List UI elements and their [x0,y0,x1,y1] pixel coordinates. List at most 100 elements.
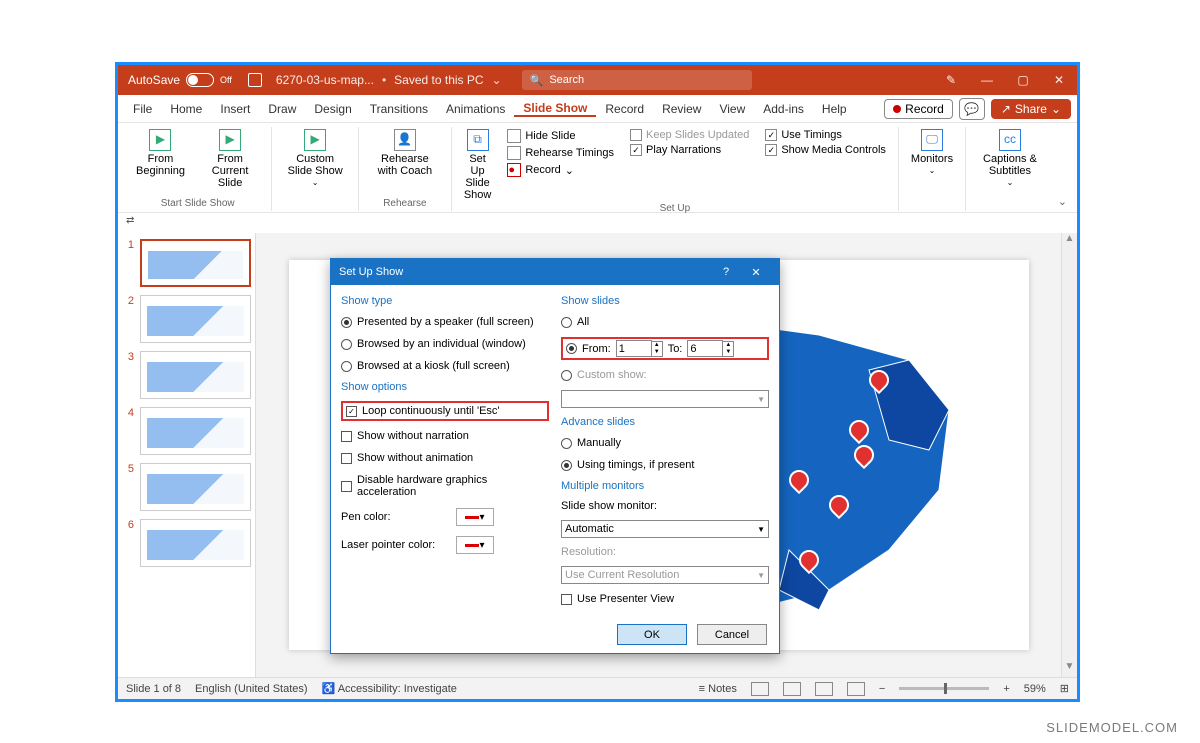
loop-checkbox[interactable]: Loop continuously until 'Esc' [346,404,544,418]
close-button[interactable]: ✕ [1041,65,1077,95]
map-pin-icon [849,420,867,444]
saved-status[interactable]: Saved to this PC [386,73,491,87]
record-button[interactable]: Record [884,99,953,119]
share-button[interactable]: ↗ Share ⌄ [991,99,1071,119]
thumbnail-2[interactable]: 2 [122,295,251,343]
tab-slideshow[interactable]: Slide Show [514,101,596,117]
accessibility-status[interactable]: ♿ Accessibility: Investigate [322,682,457,695]
tab-design[interactable]: Design [305,102,360,116]
vertical-scrollbar[interactable]: ▲▼ [1061,233,1077,677]
dialog-help-button[interactable]: ? [711,266,741,278]
cancel-button[interactable]: Cancel [697,624,767,645]
fit-to-window-button[interactable]: ⊞ [1060,682,1069,695]
search-box[interactable]: 🔍 Search [522,70,752,90]
browsed-individual-radio[interactable]: Browsed by an individual (window) [341,337,549,351]
statusbar: Slide 1 of 8 English (United States) ♿ A… [118,677,1077,699]
captions-button[interactable]: ccCaptions & Subtitles⌄ [972,127,1048,190]
use-timings-checkbox[interactable]: Use Timings [765,129,886,141]
no-narration-checkbox[interactable]: Show without narration [341,429,549,443]
mic-icon[interactable]: ✎ [933,65,969,95]
resolution-label: Resolution: [561,546,616,558]
show-options-heading: Show options [341,381,549,393]
dialog-title: Set Up Show [339,266,403,278]
zoom-level[interactable]: 59% [1024,683,1046,695]
hide-slide-button[interactable]: Hide Slide [507,129,614,143]
show-media-checkbox[interactable]: Show Media Controls [765,144,886,156]
pen-color-button[interactable]: ▾ [456,508,494,526]
browsed-kiosk-radio[interactable]: Browsed at a kiosk (full screen) [341,359,549,373]
minimize-button[interactable]: — [969,65,1005,95]
presenter-view-checkbox[interactable]: Use Presenter View [561,592,769,606]
zoom-slider[interactable] [899,687,989,690]
resolution-select: Use Current Resolution▼ [561,566,769,584]
autosave-toggle[interactable] [186,73,214,87]
filename[interactable]: 6270-03-us-map... [268,73,382,87]
slide-thumbnails[interactable]: 1 2 3 4 5 6 [118,233,256,677]
language-status[interactable]: English (United States) [195,683,308,695]
tab-insert[interactable]: Insert [211,102,259,116]
notes-button[interactable]: ≡ Notes [699,683,737,695]
presented-radio[interactable]: Presented by a speaker (full screen) [341,315,549,329]
monitors-button[interactable]: 🖵Monitors⌄ [905,127,959,178]
manually-radio[interactable]: Manually [561,436,769,450]
tab-draw[interactable]: Draw [259,102,305,116]
tab-help[interactable]: Help [813,102,856,116]
custom-slideshow-button[interactable]: ▶Custom Slide Show⌄ [278,127,352,190]
slide-counter: Slide 1 of 8 [126,683,181,695]
using-timings-radio[interactable]: Using timings, if present [561,458,769,472]
from-beginning-button[interactable]: ▶From Beginning [130,127,191,191]
record-dropdown[interactable]: ●Record ⌄ [507,163,614,177]
comments-button[interactable]: 💬 [959,98,985,120]
multimon-heading: Multiple monitors [561,480,769,492]
tab-record[interactable]: Record [596,102,653,116]
laser-color-button[interactable]: ▾ [456,536,494,554]
laser-color-label: Laser pointer color: [341,539,451,551]
zoom-in-button[interactable]: + [1003,683,1009,695]
custom-show-select: ▼ [561,390,769,408]
thumbnail-1[interactable]: 1 [122,239,251,287]
tab-transitions[interactable]: Transitions [361,102,437,116]
tab-animations[interactable]: Animations [437,102,514,116]
zoom-out-button[interactable]: − [879,683,885,695]
to-spinner[interactable]: ▲▼ [687,340,734,357]
maximize-button[interactable]: ▢ [1005,65,1041,95]
titlebar: AutoSave Off 6270-03-us-map... • Saved t… [118,65,1077,95]
setup-slideshow-button[interactable]: ⧉Set Up Slide Show [458,127,498,203]
group-start-label: Start Slide Show [161,198,235,211]
quick-access-row: ⇄ [118,213,1077,233]
tab-file[interactable]: File [124,102,161,116]
normal-view-button[interactable] [751,682,769,696]
from-current-button[interactable]: ▶From Current Slide [195,127,265,191]
slideshow-view-button[interactable] [847,682,865,696]
tab-home[interactable]: Home [161,102,211,116]
thumbnail-3[interactable]: 3 [122,351,251,399]
map-pin-icon [829,495,847,519]
rehearse-timings-button[interactable]: Rehearse Timings [507,146,614,160]
play-narrations-checkbox[interactable]: Play Narrations [630,144,749,156]
ok-button[interactable]: OK [617,624,687,645]
slide-monitor-select[interactable]: Automatic▼ [561,520,769,538]
ribbon-collapse-icon[interactable]: ⌄ [1054,191,1071,212]
from-spinner[interactable]: ▲▼ [616,340,663,357]
sorter-view-button[interactable] [783,682,801,696]
thumbnail-5[interactable]: 5 [122,463,251,511]
keep-slides-updated-checkbox[interactable]: Keep Slides Updated [630,129,749,141]
disable-hw-checkbox[interactable]: Disable hardware graphics acceleration [341,473,549,499]
map-pin-icon [869,370,887,394]
thumbnail-6[interactable]: 6 [122,519,251,567]
search-icon: 🔍 [530,74,544,87]
dialog-close-button[interactable]: ✕ [741,266,771,279]
save-icon[interactable] [248,73,262,87]
tab-view[interactable]: View [710,102,754,116]
thumbnail-4[interactable]: 4 [122,407,251,455]
advance-heading: Advance slides [561,416,769,428]
no-animation-checkbox[interactable]: Show without animation [341,451,549,465]
rehearse-coach-button[interactable]: 👤Rehearse with Coach [365,127,445,179]
tab-addins[interactable]: Add-ins [754,102,813,116]
map-pin-icon [799,550,817,574]
all-slides-radio[interactable]: All [561,315,769,329]
from-radio[interactable] [566,343,577,354]
dialog-titlebar[interactable]: Set Up Show ? ✕ [331,259,779,285]
reading-view-button[interactable] [815,682,833,696]
tab-review[interactable]: Review [653,102,710,116]
